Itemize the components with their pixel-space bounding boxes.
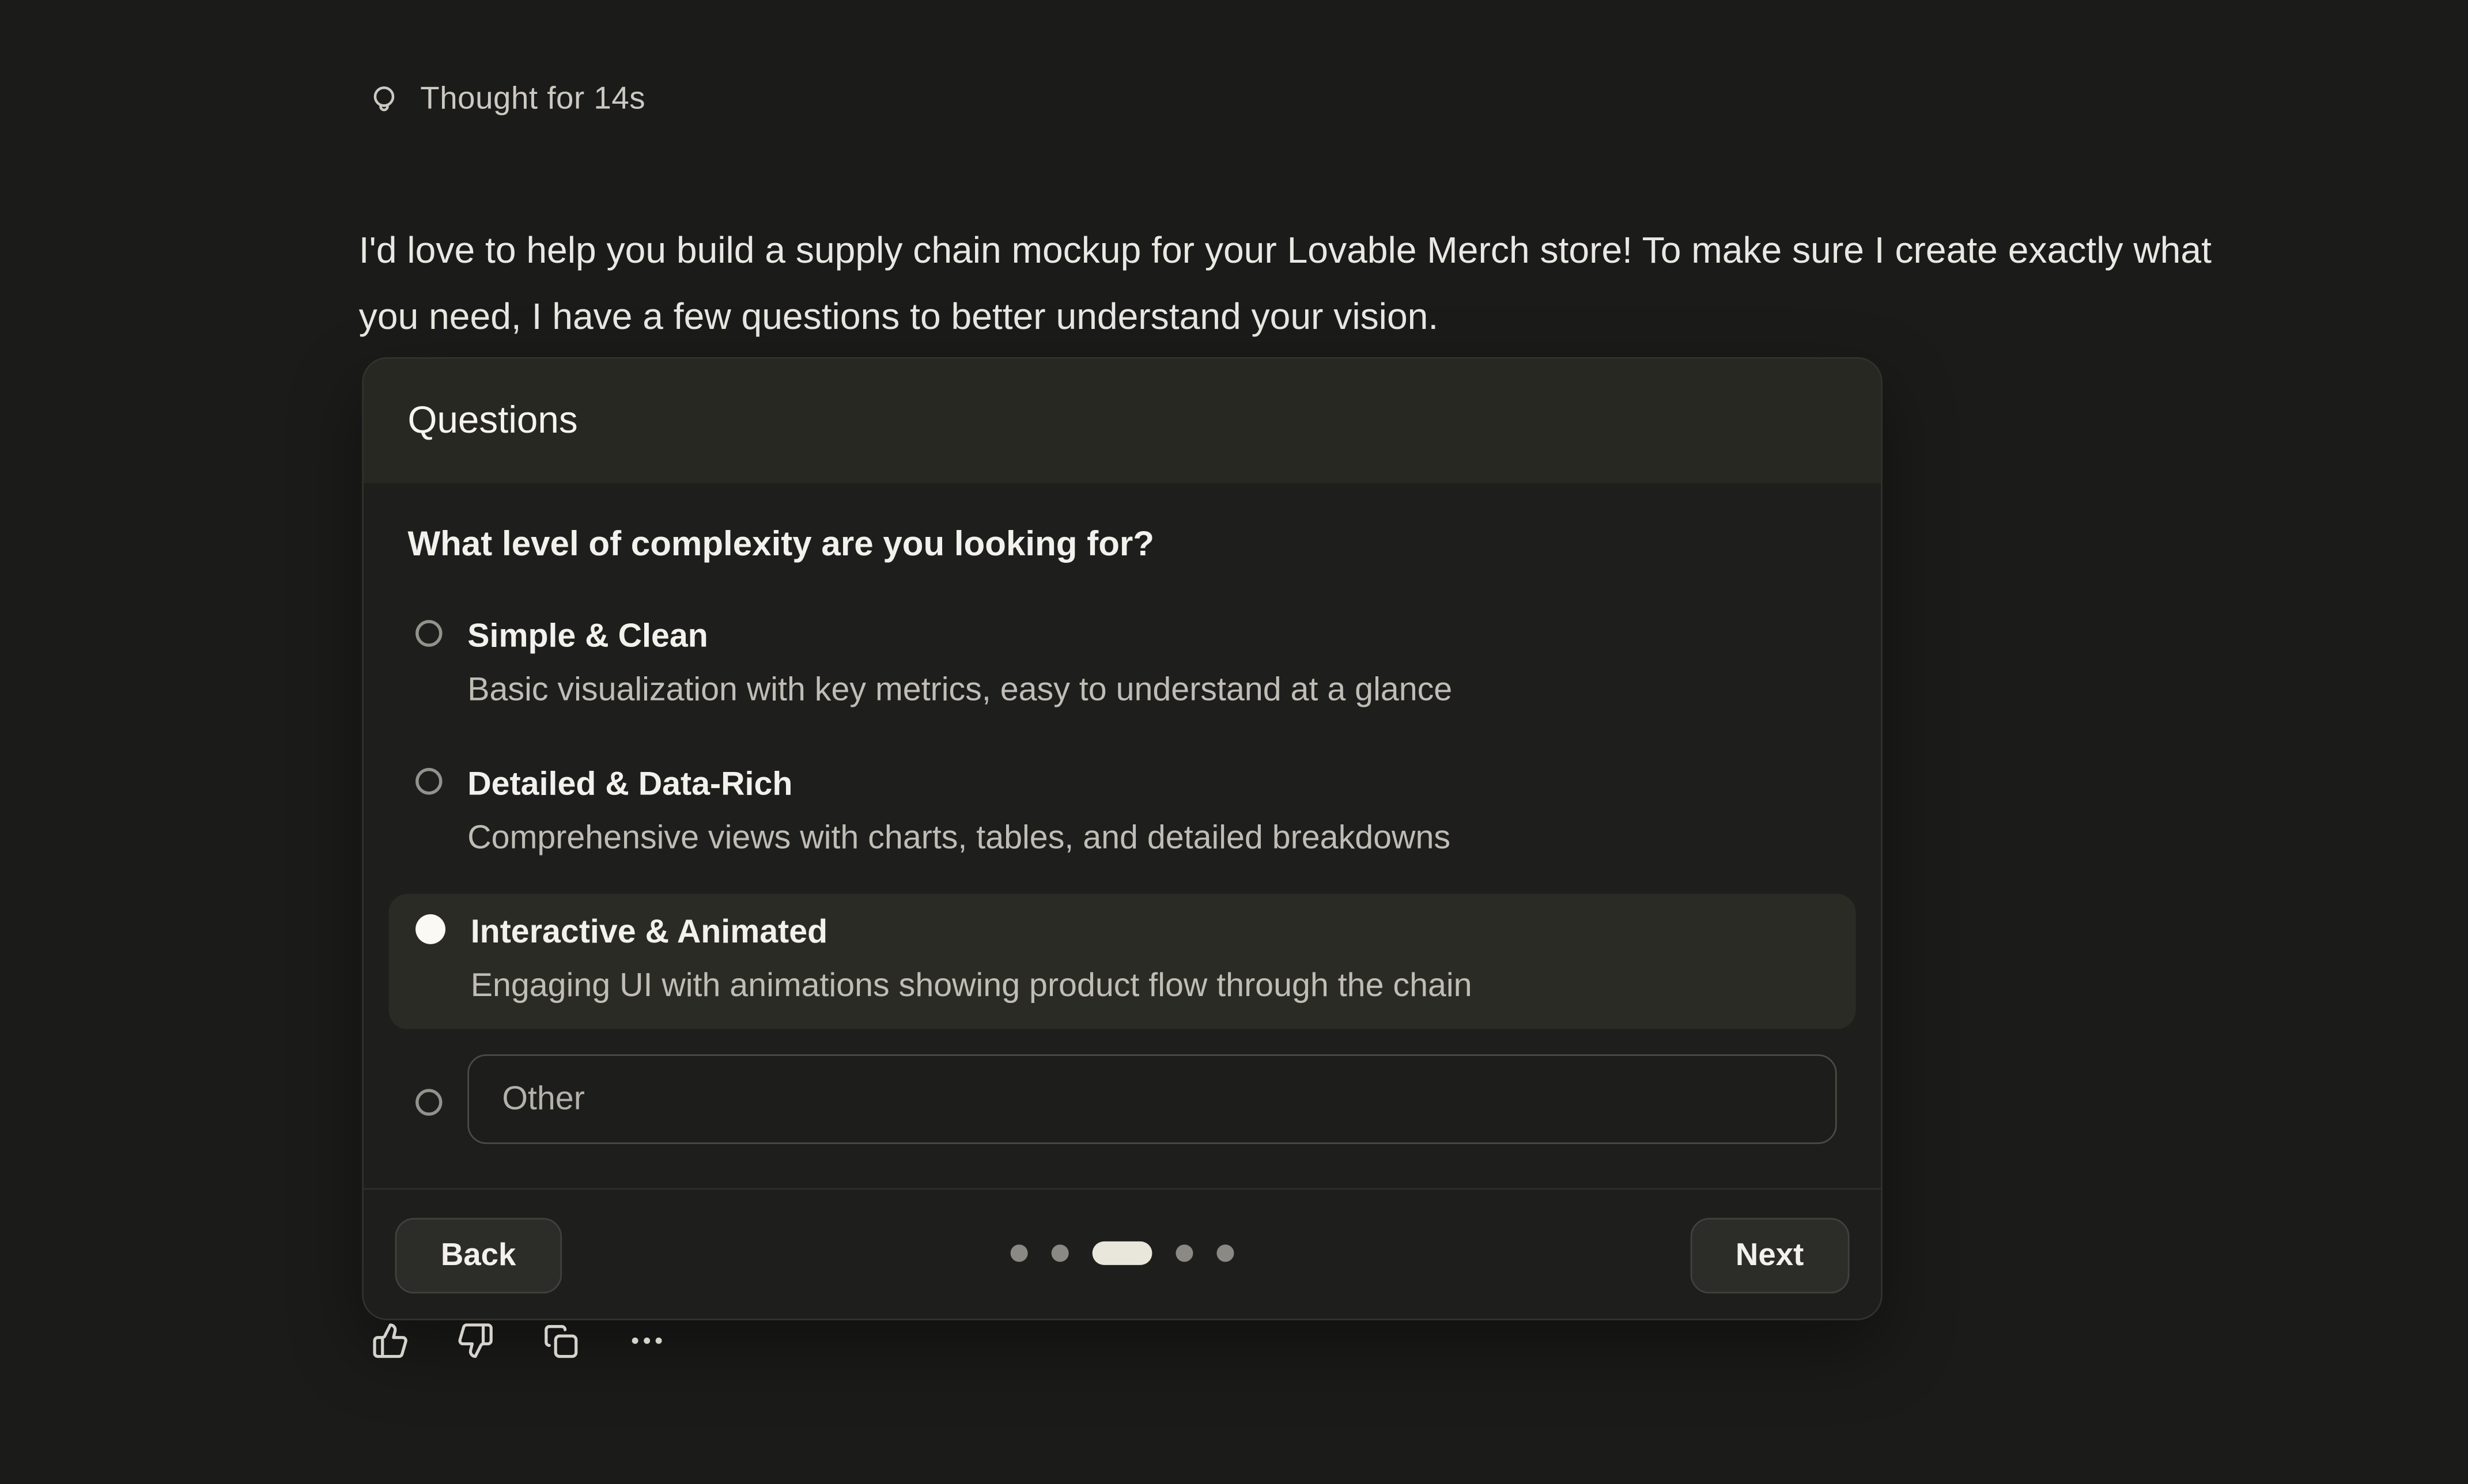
option-description: Engaging UI with animations showing prod…	[471, 964, 1472, 1008]
thumbs-up-button[interactable]	[372, 1322, 410, 1360]
options-list: Simple & Clean Basic visualization with …	[407, 598, 1836, 1157]
step-dot-3-active	[1093, 1241, 1152, 1265]
thumbs-down-icon	[456, 1322, 494, 1360]
card-title: Questions	[407, 399, 577, 442]
thought-header[interactable]: Thought for 14s	[366, 82, 645, 118]
option-simple-clean[interactable]: Simple & Clean Basic visualization with …	[389, 598, 1856, 733]
thumbs-up-icon	[372, 1322, 410, 1360]
step-dot-1	[1011, 1244, 1028, 1262]
chat-message-page: Thought for 14s I'd love to help you bui…	[0, 0, 2468, 1484]
step-dot-5	[1216, 1244, 1234, 1262]
option-label: Interactive & Animated	[471, 911, 1472, 955]
option-label: Detailed & Data-Rich	[467, 763, 1450, 807]
copy-button[interactable]	[542, 1322, 580, 1360]
option-detailed-data-rich[interactable]: Detailed & Data-Rich Comprehensive views…	[389, 746, 1856, 881]
radio-unchecked-icon[interactable]	[415, 768, 442, 794]
thumbs-down-button[interactable]	[456, 1322, 494, 1360]
option-interactive-animated[interactable]: Interactive & Animated Engaging UI with …	[389, 894, 1856, 1029]
questions-card: Questions What level of complexity are y…	[362, 357, 1883, 1320]
back-button[interactable]: Back	[395, 1218, 562, 1293]
option-description: Comprehensive views with charts, tables,…	[467, 817, 1450, 861]
copy-icon	[542, 1322, 580, 1360]
pagination-dots	[1011, 1241, 1234, 1265]
message-actions-bar	[372, 1322, 668, 1360]
thought-duration-label: Thought for 14s	[420, 82, 645, 118]
questions-card-header: Questions	[364, 359, 1881, 483]
option-label: Simple & Clean	[467, 615, 1452, 659]
ellipsis-icon	[626, 1322, 667, 1360]
step-dot-2	[1052, 1244, 1069, 1262]
card-footer: Back Next	[364, 1190, 1881, 1319]
radio-checked-icon[interactable]	[415, 914, 445, 944]
questions-card-body: What level of complexity are you looking…	[364, 483, 1881, 1157]
step-dot-4	[1176, 1244, 1193, 1262]
lightbulb-icon	[366, 82, 401, 117]
other-option-input[interactable]	[467, 1054, 1836, 1144]
question-text: What level of complexity are you looking…	[407, 524, 1836, 565]
radio-unchecked-icon[interactable]	[415, 1088, 442, 1115]
assistant-message-text: I'd love to help you build a supply chai…	[359, 217, 2216, 349]
option-other[interactable]	[389, 1042, 1856, 1156]
radio-unchecked-icon[interactable]	[415, 620, 442, 646]
more-options-button[interactable]	[626, 1322, 667, 1360]
next-button[interactable]: Next	[1690, 1218, 1850, 1293]
option-description: Basic visualization with key metrics, ea…	[467, 669, 1452, 713]
